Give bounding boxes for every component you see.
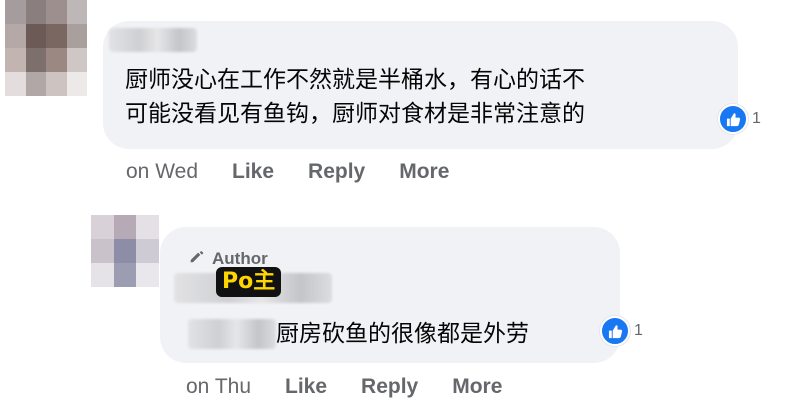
comment-bubble: 厨师没心在工作不然就是半桶水，有心的话不 可能没看见有鱼钩，厨师对食材是非常注意… <box>103 21 738 149</box>
po-tag: Po主 <box>216 267 282 297</box>
reply-mention-blurred[interactable] <box>188 319 276 349</box>
reply-text: 厨房砍鱼的很像都是外劳 <box>276 321 529 347</box>
comment-timestamp[interactable]: on Wed <box>126 160 198 184</box>
more-button[interactable]: More <box>452 375 502 399</box>
commenter-name-blurred[interactable] <box>109 28 197 52</box>
like-button[interactable]: Like <box>232 160 274 184</box>
comment-text-line-2: 可能没看见有鱼钩，厨师对食材是非常注意的 <box>125 101 585 127</box>
author-badge-label: Author <box>212 248 268 268</box>
thumbs-up-icon <box>600 316 630 346</box>
commenter-avatar[interactable] <box>5 0 87 96</box>
reply-timestamp[interactable]: on Thu <box>186 375 251 399</box>
reply-actions: on Thu Like Reply More <box>186 375 502 399</box>
pencil-icon <box>188 247 206 270</box>
more-button[interactable]: More <box>399 160 449 184</box>
reaction-count: 1 <box>634 322 643 339</box>
reaction-count: 1 <box>752 110 761 127</box>
comment-text-line-1: 厨师没心在工作不然就是半桶水，有心的话不 <box>125 67 585 93</box>
author-avatar[interactable] <box>91 215 159 287</box>
like-button[interactable]: Like <box>285 375 327 399</box>
comment-actions: on Wed Like Reply More <box>126 160 449 184</box>
comment-reactions[interactable]: 1 <box>718 104 761 134</box>
reply-button[interactable]: Reply <box>308 160 365 184</box>
reply-reactions[interactable]: 1 <box>600 316 643 346</box>
reply-button[interactable]: Reply <box>361 375 418 399</box>
thumbs-up-icon <box>718 104 748 134</box>
